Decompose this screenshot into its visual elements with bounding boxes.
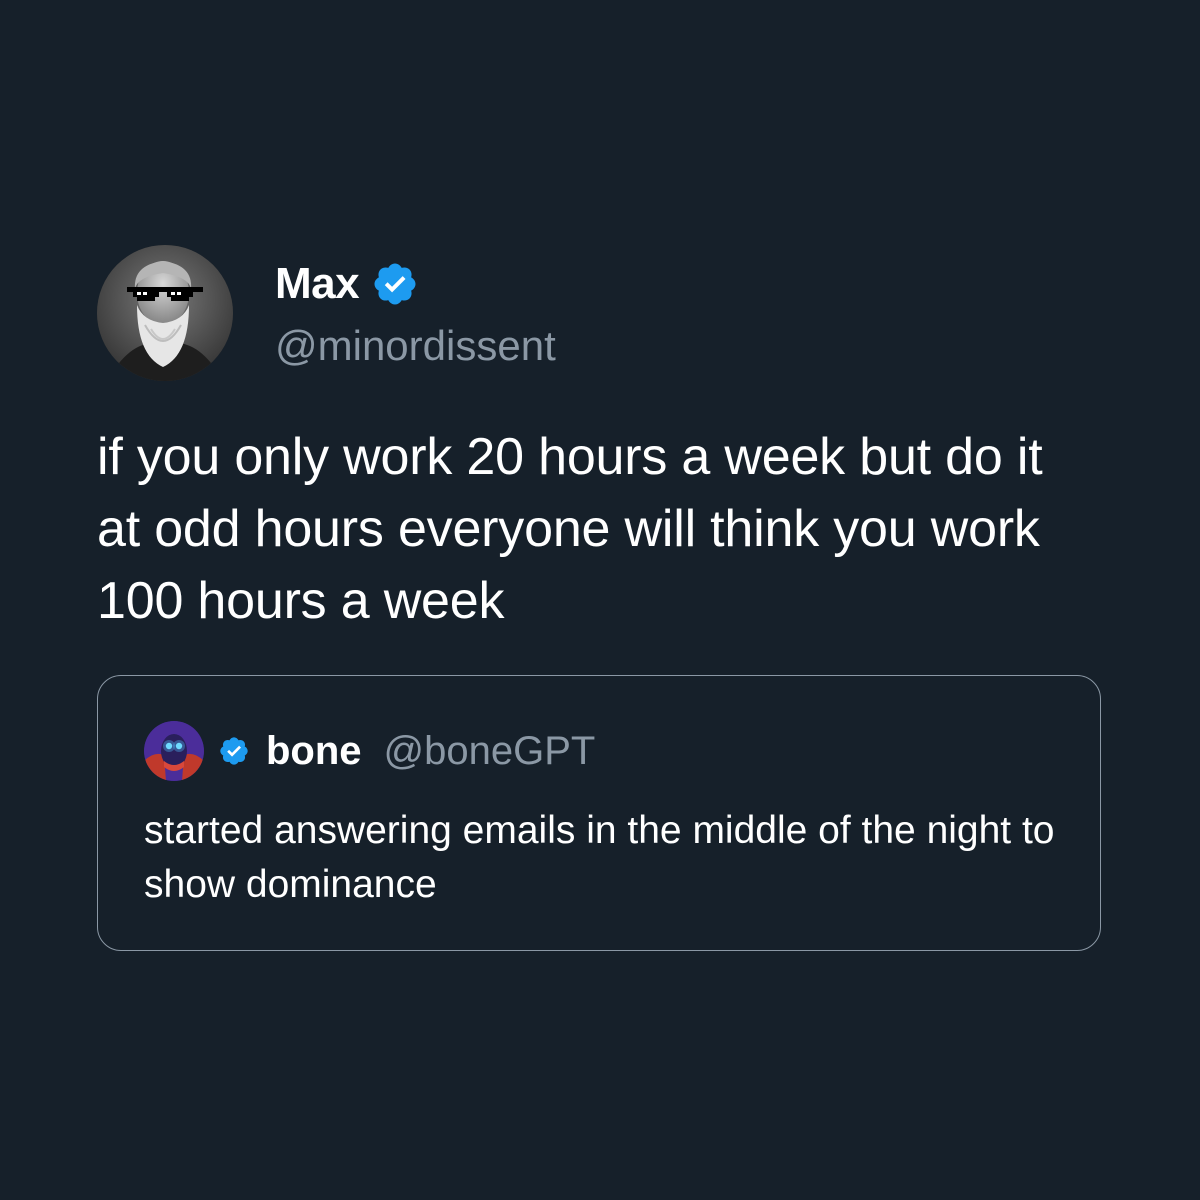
name-line: Max [275, 256, 556, 312]
verified-badge-icon [374, 263, 416, 305]
author-name[interactable]: Max [275, 259, 360, 309]
author-info: Max @minordissent [275, 256, 556, 370]
tweet-card: Max @minordissent if you only work 20 ho… [97, 245, 1103, 637]
tweet-text: if you only work 20 hours a week but do … [97, 428, 1043, 630]
quote-author-name[interactable]: bone [266, 729, 362, 774]
quote-verified-badge-icon [220, 737, 248, 765]
quote-tweet-card[interactable]: bone @boneGPT started answering emails i… [97, 675, 1101, 951]
author-avatar[interactable] [97, 245, 233, 381]
quote-text: started answering emails in the middle o… [144, 809, 1055, 906]
author-row: Max @minordissent [97, 245, 1103, 381]
quote-header: bone @boneGPT [144, 720, 595, 782]
author-handle[interactable]: @minordissent [275, 322, 556, 370]
quote-author-avatar[interactable] [144, 721, 204, 781]
quote-author-handle[interactable]: @boneGPT [384, 729, 596, 774]
glowing-eyes-avatar-icon [144, 721, 204, 781]
bearded-man-avatar-icon [97, 245, 233, 381]
